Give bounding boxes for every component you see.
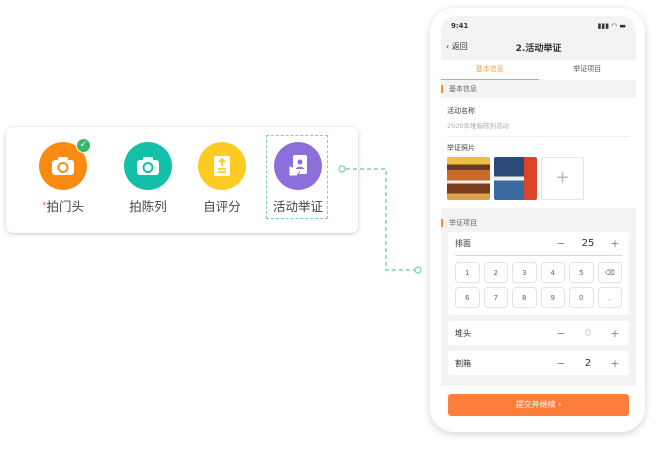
- minus-button[interactable]: −: [554, 357, 568, 370]
- camera-icon: ✓: [39, 138, 91, 190]
- key-6[interactable]: 6: [455, 287, 480, 308]
- status-time: 9:41: [451, 22, 469, 30]
- minus-button[interactable]: −: [554, 327, 568, 340]
- tab-proof-items[interactable]: 举证项目: [539, 60, 637, 80]
- section-header: 基本信息: [441, 80, 636, 98]
- nav-bar: ‹ 返回 2.活动举证: [441, 36, 636, 60]
- page-title: 2.活动举证: [515, 44, 562, 54]
- check-icon: ✓: [76, 138, 91, 153]
- counter-value[interactable]: 0: [568, 328, 608, 339]
- key-0[interactable]: 0: [569, 287, 594, 308]
- counter-value[interactable]: 25: [568, 238, 608, 249]
- counter-card: 排面 − 25 + 1 2 3 4 5 ⌫ 6 7 8 9 0 .: [448, 232, 629, 315]
- plus-button[interactable]: +: [608, 357, 622, 370]
- key-2[interactable]: 2: [483, 262, 508, 283]
- basic-info-panel: 活动名称 2020年堆箱陈列活动 举证照片 +: [441, 98, 636, 208]
- status-bar: 9:41 ▮▮▮ ◠ ▬: [441, 16, 636, 36]
- selection-highlight: [266, 135, 328, 219]
- phone-screen: 9:41 ▮▮▮ ◠ ▬ ‹ 返回 2.活动举证 基本信息 举证项目 基本信息 活…: [441, 16, 636, 420]
- add-photo-button[interactable]: +: [541, 157, 584, 200]
- tab-basic-info[interactable]: 基本信息: [441, 60, 539, 80]
- key-7[interactable]: 7: [483, 287, 508, 308]
- plus-button[interactable]: +: [608, 237, 622, 250]
- key-1[interactable]: 1: [455, 262, 480, 283]
- key-5[interactable]: 5: [569, 262, 594, 283]
- key-9[interactable]: 9: [540, 287, 565, 308]
- key-8[interactable]: 8: [512, 287, 537, 308]
- camera-icon: [124, 142, 172, 190]
- counter-card: 割箱 − 2 +: [448, 351, 629, 375]
- tile-display[interactable]: 拍陈列: [113, 142, 183, 215]
- field-label: 活动名称: [447, 107, 475, 115]
- tile-label: 自评分: [203, 199, 241, 214]
- number-keypad: 1 2 3 4 5 ⌫ 6 7 8 9 0 .: [455, 256, 622, 315]
- tab-bar: 基本信息 举证项目: [441, 60, 636, 80]
- counter-label: 排面: [455, 239, 471, 248]
- proof-photo[interactable]: [494, 157, 537, 200]
- counter-label: 割箱: [455, 358, 471, 368]
- counter-value[interactable]: 2: [568, 358, 608, 369]
- key-dot[interactable]: .: [597, 287, 622, 308]
- key-3[interactable]: 3: [512, 262, 537, 283]
- minus-button[interactable]: −: [554, 237, 568, 250]
- counter-card: 堆头 − 0 +: [448, 321, 629, 345]
- tile-label: 拍门头: [46, 199, 84, 214]
- connector-line: [338, 165, 422, 274]
- backspace-key-icon[interactable]: ⌫: [597, 262, 622, 283]
- activity-name-value: 2020年堆箱陈列活动: [447, 122, 510, 130]
- section-header: 举证项目: [441, 214, 636, 232]
- submit-continue-button[interactable]: 提交并继续 ›: [448, 394, 629, 416]
- tile-storefront[interactable]: ✓ *拍门头: [28, 138, 98, 215]
- proof-photo[interactable]: [447, 157, 490, 200]
- tile-self-score[interactable]: 自评分: [187, 142, 257, 215]
- counter-label: 堆头: [455, 328, 471, 338]
- plus-button[interactable]: +: [608, 327, 622, 340]
- tile-label: 拍陈列: [129, 199, 167, 214]
- key-4[interactable]: 4: [540, 262, 565, 283]
- signal-wifi-battery-icon: ▮▮▮ ◠ ▬: [597, 22, 626, 30]
- upload-doc-icon: [198, 142, 246, 190]
- field-label: 举证照片: [447, 144, 475, 152]
